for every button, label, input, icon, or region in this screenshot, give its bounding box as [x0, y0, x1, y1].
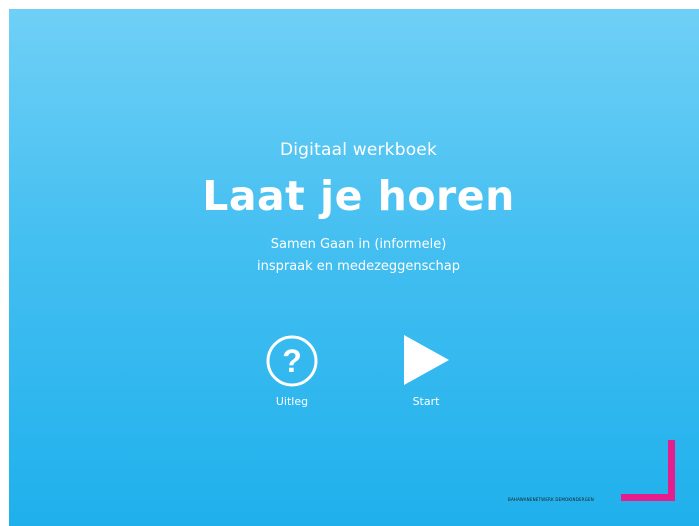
- question-circle-icon: ?: [266, 335, 318, 387]
- tagline-line-1: Samen Gaan in (informele): [270, 237, 447, 252]
- welcome-screen: Digitaal werkboek Laat je horen Samen Ga…: [9, 9, 699, 526]
- app-subtitle: Digitaal werkboek: [279, 140, 438, 160]
- uitleg-button[interactable]: ? Uitleg: [261, 334, 341, 414]
- logo-corner-horizontal: [621, 494, 675, 501]
- brand-logo: BAHAWANENETWERK DEMOKINDERGEN: [508, 440, 683, 510]
- tagline: Samen Gaan in (informele) inspraak en me…: [9, 234, 699, 278]
- logo-corner-vertical: [668, 440, 675, 501]
- start-button[interactable]: Start: [386, 334, 466, 414]
- tagline-line-2: inspraak en medezeggenschap: [256, 259, 461, 274]
- logo-text: BAHAWANENETWERK DEMOKINDERGEN: [508, 497, 594, 502]
- play-icon: [404, 335, 449, 385]
- start-label: Start: [412, 395, 440, 408]
- page-title: Laat je horen: [202, 172, 515, 220]
- uitleg-label: Uitleg: [275, 395, 309, 408]
- svg-text:?: ?: [282, 343, 302, 379]
